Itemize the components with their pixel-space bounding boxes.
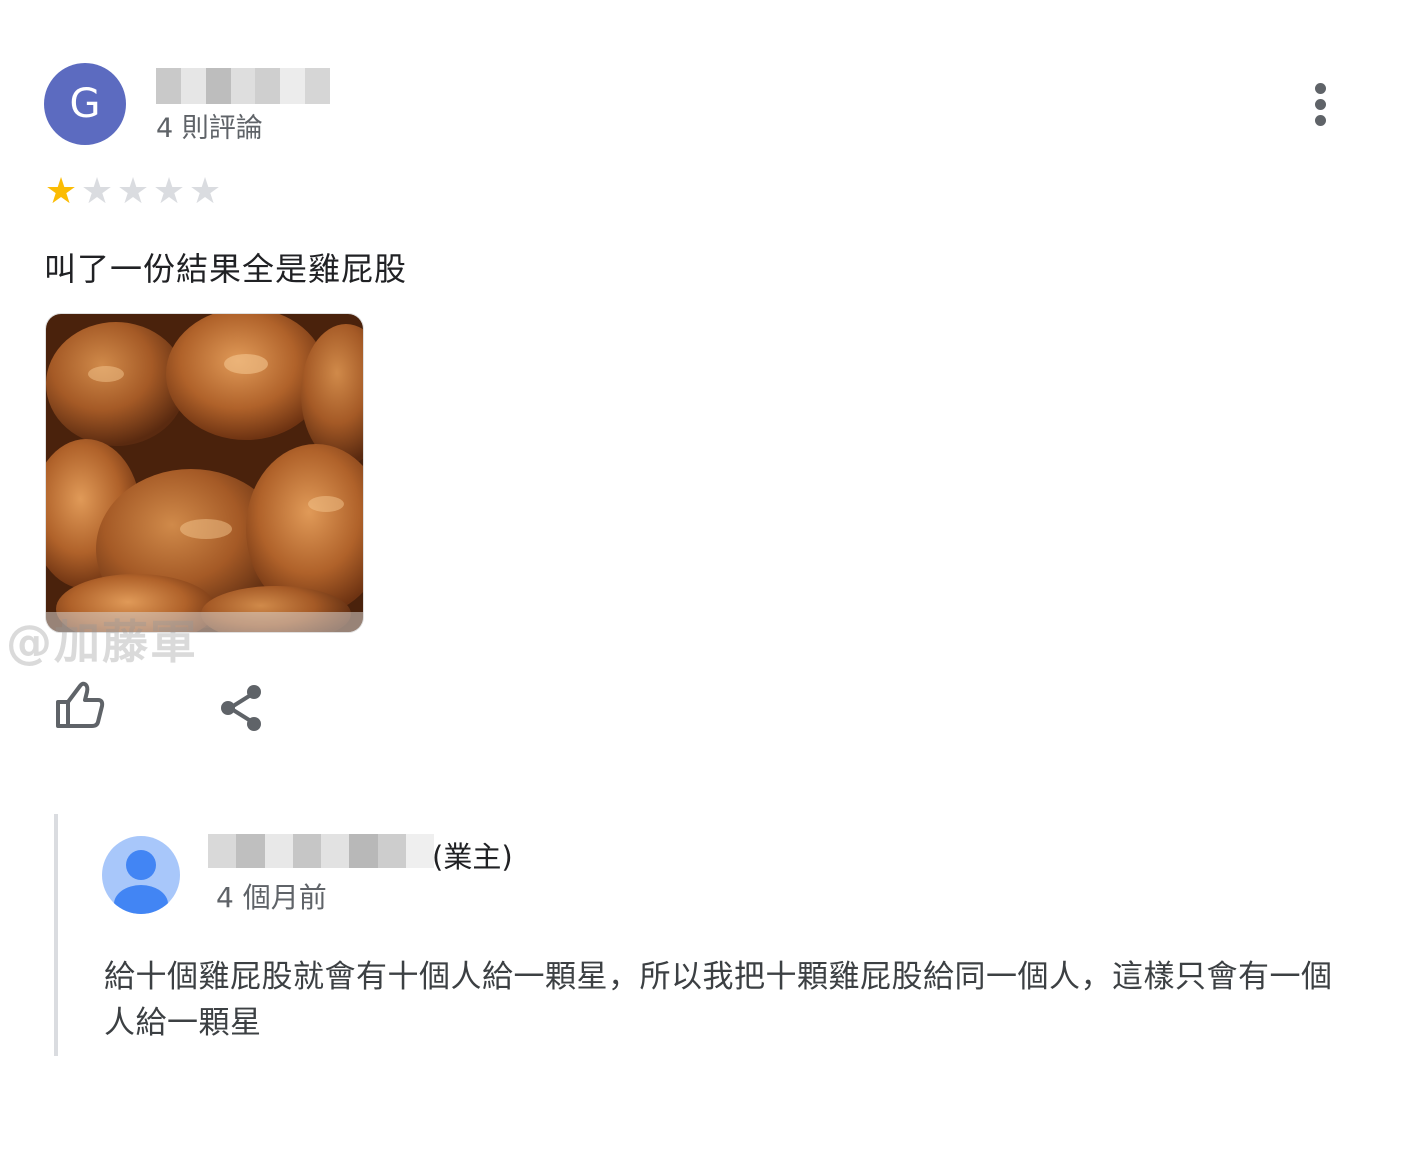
review-text: 叫了一份結果全是雞屁股	[44, 250, 408, 288]
share-icon	[221, 685, 261, 731]
watermark: @加藤軍	[6, 615, 198, 669]
reviewer-avatar[interactable]: G	[44, 63, 126, 145]
star-icon: ★	[80, 171, 114, 212]
star-icon: ★	[188, 171, 222, 212]
review-photo[interactable]	[45, 313, 364, 633]
reply-timestamp: 4 個月前	[216, 881, 327, 914]
share-button[interactable]	[214, 680, 270, 736]
star-icon: ★	[152, 171, 186, 212]
star-icon: ★	[44, 171, 78, 212]
like-button[interactable]	[52, 676, 108, 736]
thumbs-up-icon	[56, 681, 105, 728]
owner-name-blurred	[208, 834, 434, 868]
reviewer-name-blurred[interactable]	[156, 68, 331, 104]
person-icon	[114, 850, 168, 914]
owner-avatar[interactable]	[102, 836, 180, 914]
fried-chicken-photo	[46, 314, 363, 632]
reviewer-review-count: 4 則評論	[156, 113, 263, 144]
owner-label: (業主)	[432, 840, 513, 874]
reply-divider	[54, 814, 58, 1056]
more-options-button[interactable]	[1302, 80, 1340, 128]
star-rating: ★ ★ ★ ★ ★	[44, 172, 222, 212]
owner-reply-text: 給十個雞屁股就會有十個人給一顆星，所以我把十顆雞屁股給同一個人，這樣只會有一個人…	[104, 959, 1333, 1041]
star-icon: ★	[116, 171, 150, 212]
